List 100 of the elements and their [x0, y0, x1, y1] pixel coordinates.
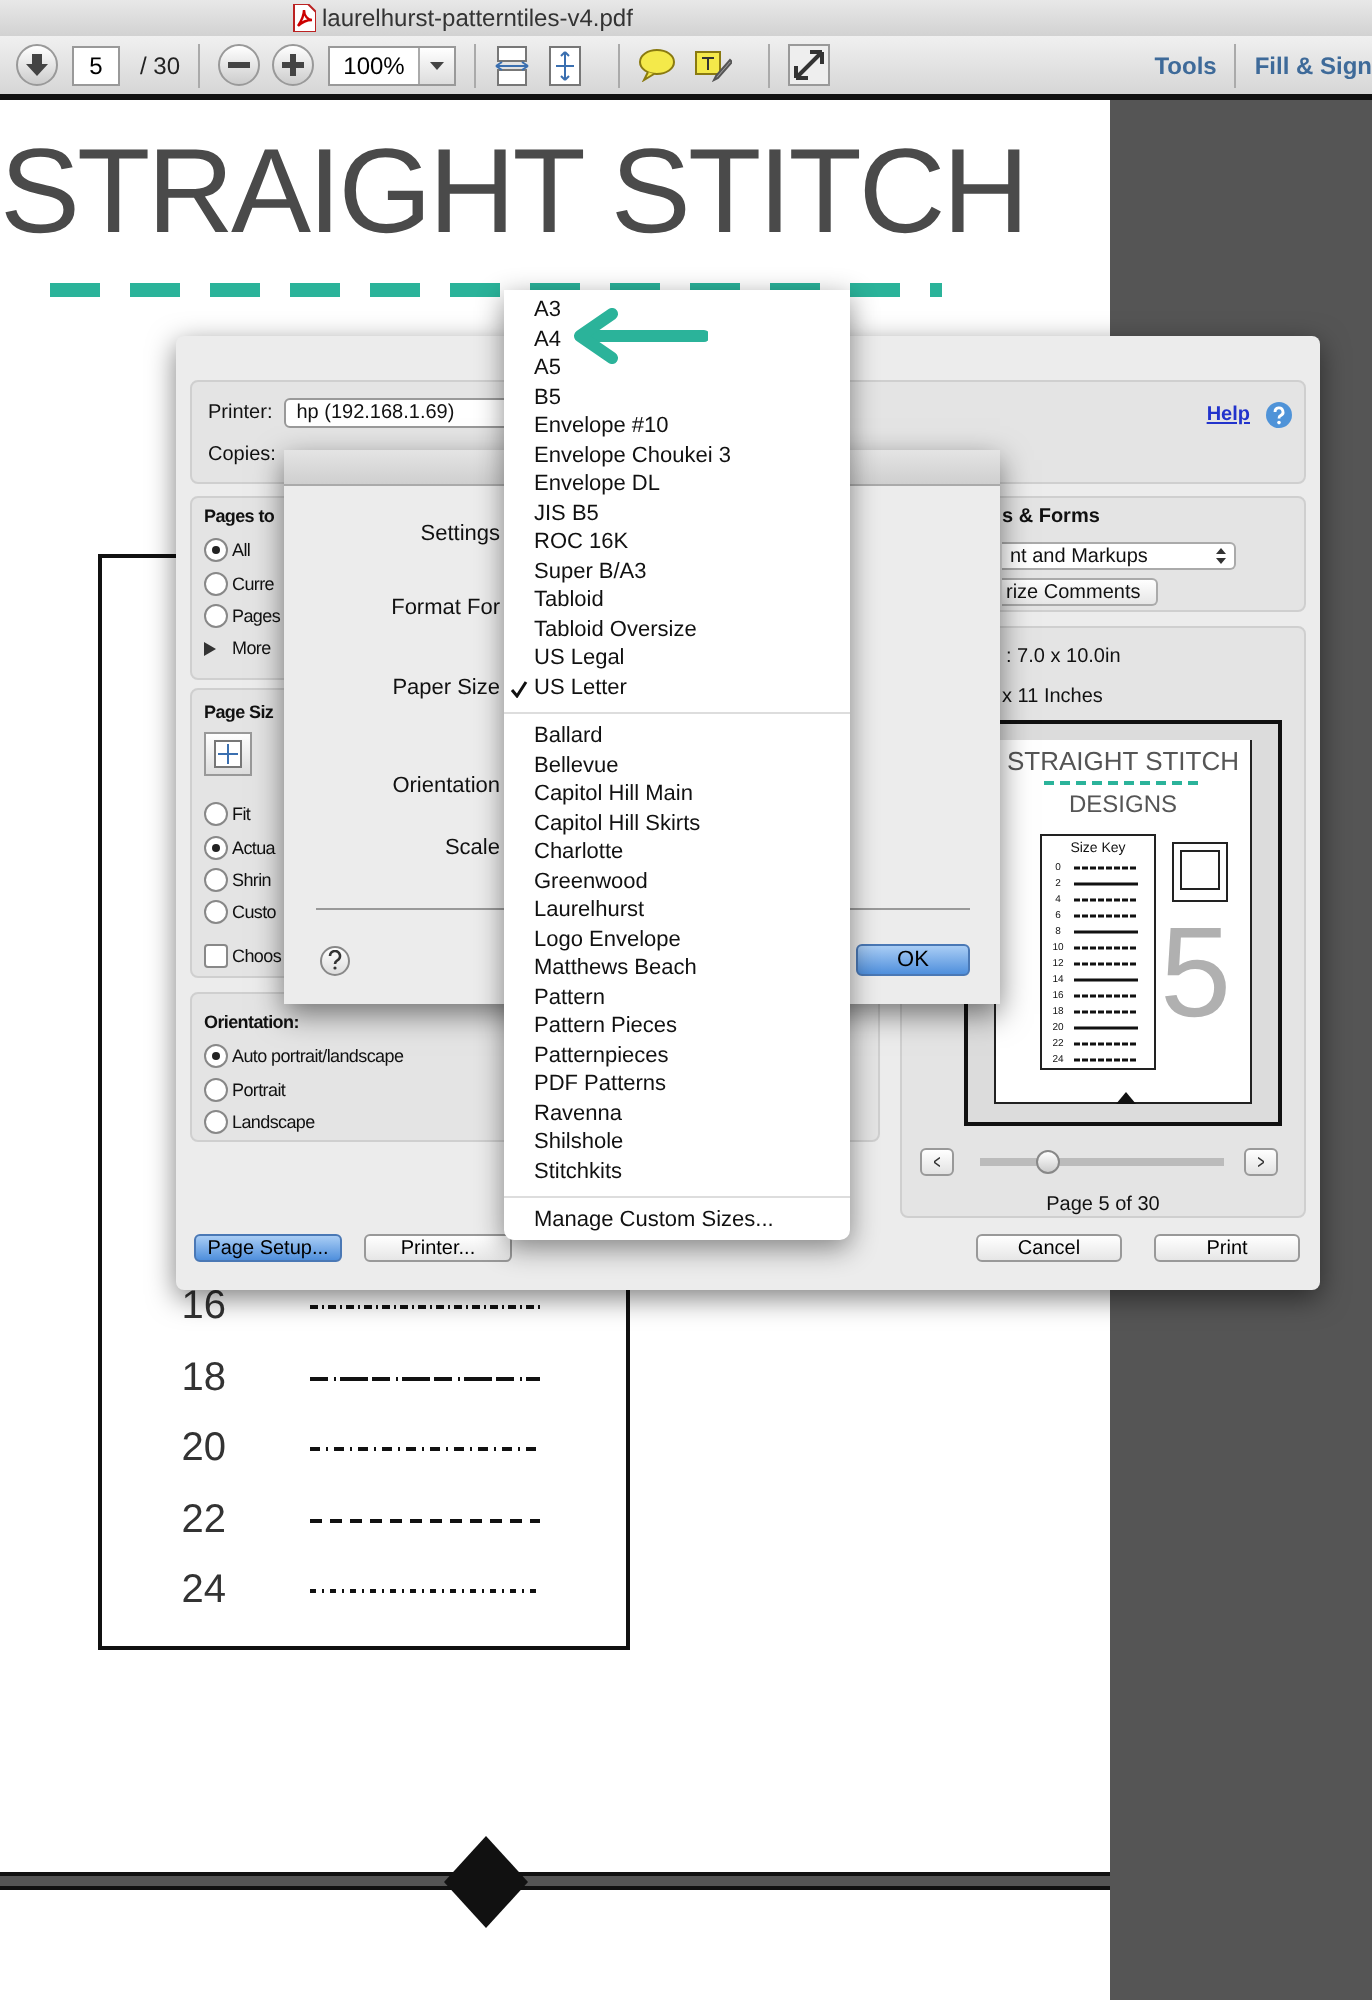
section-title: Pages to — [204, 506, 275, 530]
preview-page-number: 5 — [1160, 908, 1232, 1037]
option-label: Curre — [232, 573, 275, 594]
next-page-button[interactable] — [16, 44, 58, 86]
fit-page-icon[interactable] — [548, 45, 583, 85]
field-label: Copies: — [208, 444, 276, 466]
checkbox[interactable] — [204, 943, 228, 968]
updown-caret-icon — [1216, 548, 1226, 564]
menu-item[interactable]: Pattern — [504, 983, 850, 1012]
help-icon[interactable] — [1266, 402, 1292, 428]
slider-thumb[interactable] — [1036, 1150, 1061, 1175]
preview-heading: STRAIGHT STITCH — [1006, 746, 1240, 777]
size-number: 22 — [179, 1497, 226, 1544]
radio-button[interactable] — [204, 571, 228, 596]
left-arrow — [572, 308, 708, 364]
menu-item[interactable]: JIS B5 — [504, 499, 850, 528]
window-title: laurelhurst-patterntiles-v4.pdf — [322, 4, 633, 32]
help-link[interactable]: Help — [1206, 404, 1250, 426]
option-label: Auto portrait/landscape — [232, 1046, 404, 1067]
menu-item[interactable]: Tabloid Oversize — [504, 615, 850, 644]
radio-button[interactable] — [204, 1109, 228, 1134]
disclosure-triangle-icon[interactable] — [204, 641, 216, 656]
page-count: / 30 — [140, 51, 181, 79]
menu-item[interactable]: Shilshole — [504, 1128, 850, 1157]
menu-item[interactable]: Manage Custom Sizes... — [504, 1206, 850, 1235]
menu-item[interactable]: A3 — [504, 296, 850, 325]
toolbar-link[interactable]: Tools — [1154, 51, 1217, 79]
dialog-button[interactable]: Page Setup... — [194, 1234, 342, 1262]
menu-item[interactable]: Capitol Hill Skirts — [504, 809, 850, 838]
option-label: All — [232, 540, 251, 561]
menu-item[interactable]: Capitol Hill Main — [504, 780, 850, 809]
menu-item[interactable]: Super B/A3 — [504, 557, 850, 586]
menu-item[interactable]: Charlotte — [504, 838, 850, 867]
size-mode-button[interactable] — [204, 732, 252, 776]
stitch-line — [1074, 1058, 1138, 1063]
section-title: Orientation: — [204, 1012, 299, 1036]
radio-button[interactable] — [204, 900, 228, 925]
stitch-line — [1074, 882, 1138, 887]
disclosure-label[interactable]: More — [232, 638, 271, 659]
toolbar-link[interactable]: Fill & Sign — [1254, 51, 1372, 79]
menu-item[interactable]: ROC 16K — [504, 528, 850, 557]
stitch-line — [1074, 866, 1138, 871]
comment-icon[interactable] — [638, 48, 677, 82]
setting-label: Paper Size — [392, 674, 500, 704]
scale-info: : 7.0 x 10.0in — [1004, 644, 1123, 673]
menu-item[interactable]: Envelope Choukei 3 — [504, 441, 850, 470]
down-arrow-icon — [26, 54, 48, 76]
stitch-line — [1074, 946, 1138, 951]
fit-width-icon[interactable] — [494, 45, 531, 85]
menu-item[interactable]: Stitchkits — [504, 1157, 850, 1186]
checkbox-label: Choos — [232, 945, 282, 966]
menu-item[interactable]: A5 — [504, 354, 850, 383]
menu-item[interactable]: Ravenna — [504, 1099, 850, 1128]
help-button[interactable] — [320, 945, 350, 975]
stitch-line — [1074, 962, 1138, 967]
menu-item[interactable]: PDF Patterns — [504, 1070, 850, 1099]
menu-item[interactable]: US Legal — [504, 644, 850, 673]
summarize-button[interactable]: rize Comments — [1002, 578, 1158, 606]
menu-item[interactable]: Envelope DL — [504, 470, 850, 499]
radio-button[interactable] — [204, 538, 228, 563]
setting-label: Settings — [420, 520, 500, 550]
zoom-out-button[interactable] — [218, 44, 261, 86]
menu-item[interactable]: Matthews Beach — [504, 954, 850, 983]
paper-info: x 11 Inches — [1000, 684, 1105, 712]
zoom-dropdown[interactable]: 100% — [328, 45, 457, 85]
menu-item[interactable]: Logo Envelope — [504, 925, 850, 954]
expand-icon[interactable] — [788, 44, 831, 86]
dialog-button[interactable]: Print — [1154, 1234, 1300, 1262]
radio-button[interactable] — [204, 1077, 228, 1102]
zoom-in-button[interactable] — [272, 44, 315, 86]
setting-label: Orientation — [392, 772, 500, 802]
menu-item[interactable]: Pattern Pieces — [504, 1012, 850, 1041]
dialog-button[interactable]: Printer... — [364, 1234, 512, 1262]
stitch-line — [1074, 930, 1138, 935]
comments-select[interactable]: nt and Markups — [1002, 542, 1236, 570]
radio-button[interactable] — [204, 835, 228, 860]
dialog-button[interactable]: Cancel — [976, 1234, 1122, 1262]
page-number-field[interactable]: 5 — [72, 45, 120, 85]
option-label: Shrin — [232, 869, 272, 890]
ok-button[interactable]: OK — [856, 944, 970, 976]
setting-label: Scale — [444, 834, 500, 864]
menu-item[interactable]: Greenwood — [504, 867, 850, 896]
menu-item[interactable]: Bellevue — [504, 751, 850, 780]
menu-item[interactable]: US Letter — [504, 673, 850, 702]
radio-button[interactable] — [204, 603, 228, 628]
setting-label: Format For — [391, 594, 500, 624]
menu-item[interactable]: Patternpieces — [504, 1041, 850, 1070]
menu-item[interactable]: Laurelhurst — [504, 896, 850, 925]
radio-button[interactable] — [204, 802, 228, 827]
highlight-text-icon[interactable] — [694, 48, 733, 82]
radio-button[interactable] — [204, 867, 228, 892]
menu-item[interactable]: Tabloid — [504, 586, 850, 615]
size-number: 24 — [179, 1568, 226, 1615]
menu-item[interactable]: Ballard — [504, 722, 850, 751]
previous-page-button[interactable] — [920, 1148, 954, 1177]
radio-button[interactable] — [204, 1044, 228, 1069]
question-mark-icon — [328, 950, 342, 970]
stitch-line — [1074, 1042, 1138, 1047]
menu-item[interactable]: A4 — [504, 325, 850, 354]
fit-page-icon — [214, 740, 242, 768]
